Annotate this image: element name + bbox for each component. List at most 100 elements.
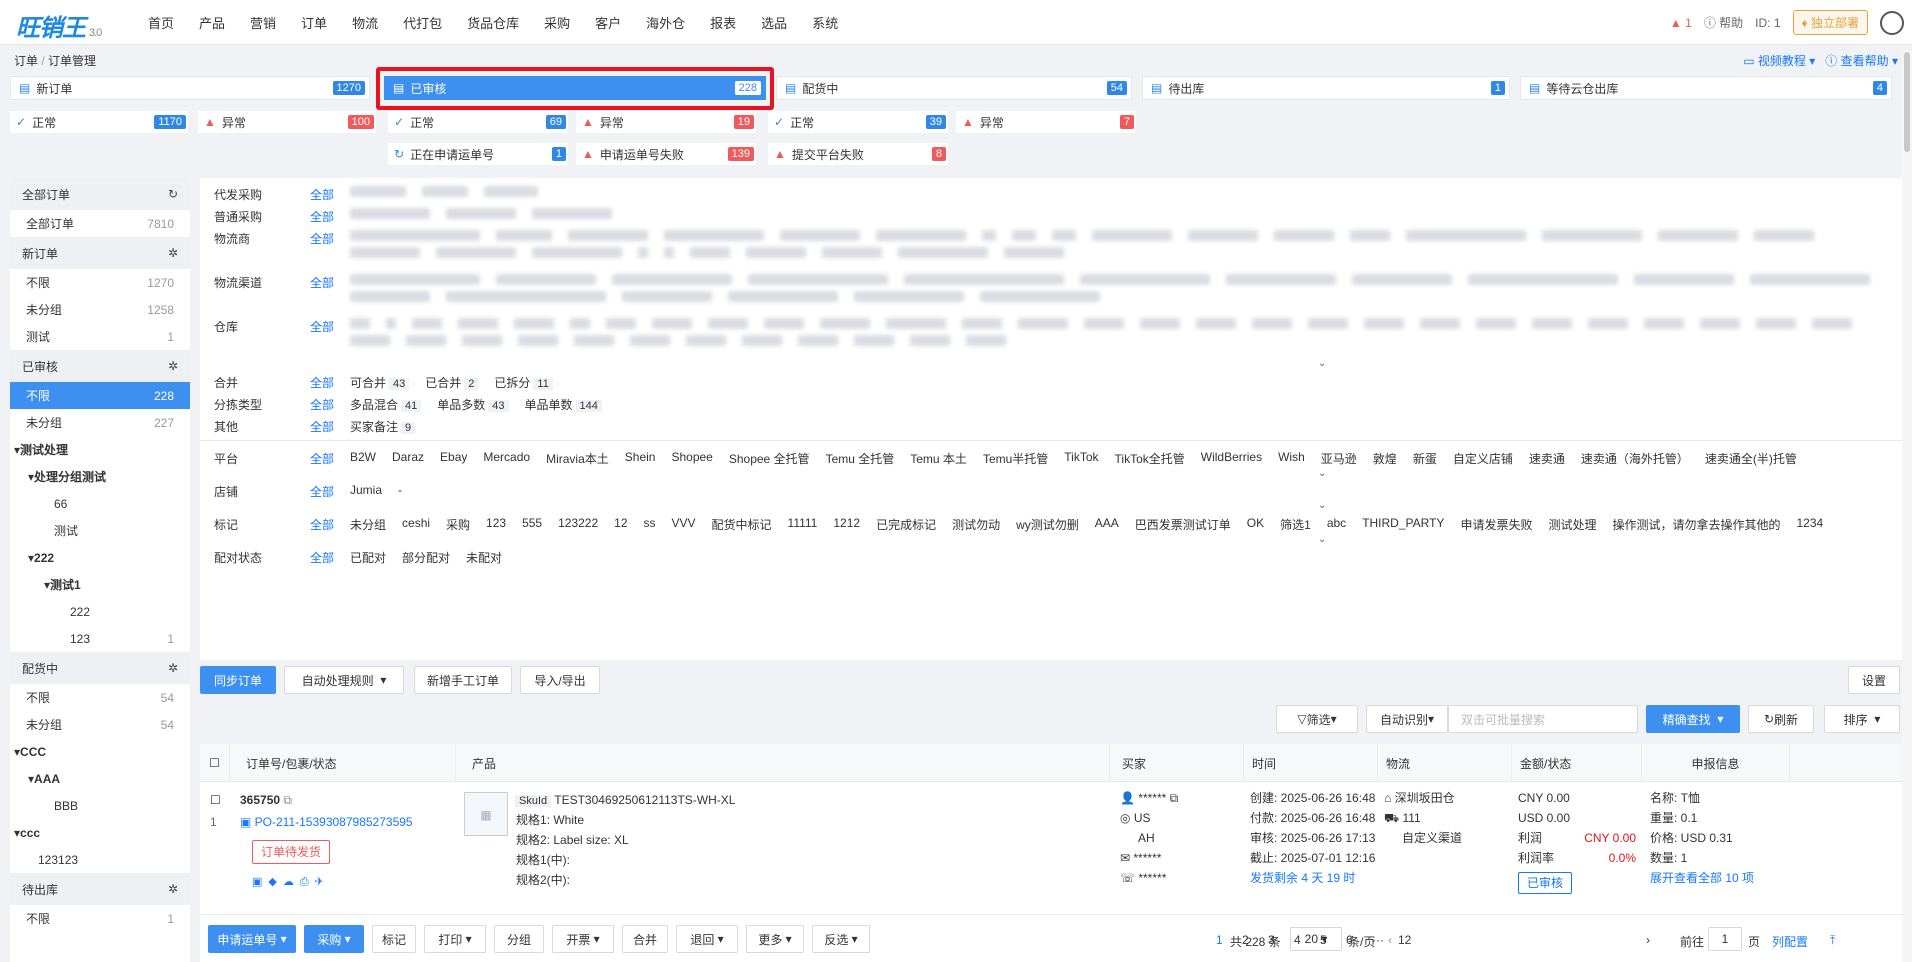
sync-orders-button[interactable]: 同步订单 — [200, 666, 276, 694]
redacted-option[interactable] — [1226, 274, 1336, 285]
filter-option[interactable]: 买家备注 9 — [350, 418, 416, 435]
expand-more-icon[interactable]: ⌄ — [1318, 534, 1326, 545]
sub-new-ok[interactable]: ✓ 正常 1170 — [10, 111, 188, 133]
filter-option[interactable]: 已完成标记 — [876, 516, 936, 533]
page-number[interactable]: 4 — [1294, 933, 1301, 947]
filter-option[interactable]: WildBerries — [1201, 450, 1262, 467]
tree-node[interactable]: ▾ 222 — [10, 544, 190, 571]
filter-option[interactable]: Shopee — [671, 450, 712, 467]
refresh-button[interactable]: ↻ 刷新 — [1748, 705, 1814, 733]
redacted-option[interactable] — [1084, 318, 1124, 329]
filter-all-link[interactable]: 全部 — [310, 418, 350, 435]
search-input[interactable]: 双击可批量搜索 — [1448, 705, 1638, 733]
redacted-option[interactable] — [1188, 230, 1258, 241]
filter-option[interactable]: B2W — [350, 450, 376, 467]
redacted-option[interactable] — [1406, 230, 1526, 241]
order-status-badge[interactable]: 订单待发货 — [252, 840, 331, 864]
filter-button[interactable]: ▽ 筛选 ▾ — [1276, 705, 1358, 733]
redacted-option[interactable] — [570, 318, 590, 329]
filter-option[interactable]: VVV — [672, 516, 696, 533]
redacted-option[interactable] — [780, 230, 860, 241]
filter-option[interactable]: TikTok全托管 — [1115, 450, 1185, 467]
filter-all-link[interactable]: 全部 — [310, 318, 350, 335]
filter-option[interactable]: Temu半托管 — [983, 450, 1048, 467]
redacted-option[interactable] — [412, 318, 442, 329]
filter-option[interactable]: Wish — [1278, 450, 1305, 467]
redacted-option[interactable] — [820, 318, 870, 329]
filter-all-link[interactable]: 全部 — [310, 208, 350, 225]
tree-leaf[interactable]: 123123 — [10, 846, 190, 873]
redacted-option[interactable] — [1756, 318, 1796, 329]
filter-option[interactable]: 申请发票失败 — [1460, 516, 1532, 533]
redacted-option[interactable] — [1588, 318, 1628, 329]
import-export-button[interactable]: 导入/导出 — [520, 666, 600, 694]
redacted-option[interactable] — [746, 247, 806, 258]
redacted-option[interactable] — [798, 335, 838, 346]
crumb-orders[interactable]: 订单 — [14, 54, 38, 68]
goto-input[interactable]: 1 — [1708, 927, 1742, 951]
tree-node[interactable]: ▾ 测试处理 — [10, 436, 190, 463]
filter-option[interactable]: 未配对 — [466, 549, 502, 566]
redacted-option[interactable] — [518, 335, 558, 346]
video-tutorial-link[interactable]: ▭ 视频教程 ▾ — [1743, 54, 1815, 68]
nav-item[interactable]: 客户 — [595, 13, 621, 32]
nav-item[interactable]: 产品 — [199, 13, 225, 32]
redacted-option[interactable] — [568, 230, 648, 241]
filter-option[interactable]: 测试勿动 — [952, 516, 1000, 533]
group-button[interactable]: 分组 — [494, 925, 544, 953]
redacted-option[interactable] — [484, 186, 538, 197]
redacted-option[interactable] — [742, 335, 782, 346]
sidebar-item-new-ungrouped[interactable]: 未分组 1258 — [10, 296, 190, 323]
page-number[interactable]: 1 — [1216, 933, 1223, 947]
stage-cloud[interactable]: ▤ 等待云仓出库 4 — [1520, 76, 1892, 100]
filter-option[interactable]: 亚马逊 — [1321, 450, 1357, 467]
deploy-button[interactable]: ♦ 独立部署 — [1792, 10, 1868, 35]
redacted-option[interactable] — [350, 208, 430, 219]
page-number[interactable]: 3 — [1268, 933, 1275, 947]
redacted-option[interactable] — [962, 318, 1002, 329]
nav-item[interactable]: 货品仓库 — [467, 13, 519, 32]
redacted-option[interactable] — [630, 335, 670, 346]
sidebar-item-rev-ungrouped[interactable]: 未分组 227 — [10, 409, 190, 436]
redacted-option[interactable] — [904, 274, 1064, 285]
help-link[interactable]: ⓘ 帮助 — [1704, 14, 1743, 31]
redacted-option[interactable] — [898, 247, 988, 258]
filter-option[interactable]: 采购 — [446, 516, 470, 533]
next-page-icon[interactable]: › — [1646, 933, 1650, 947]
apply-waybill-button[interactable]: 申请运单号 ▾ — [208, 925, 296, 953]
redacted-option[interactable] — [1140, 318, 1180, 329]
tree-leaf[interactable]: 66 — [10, 490, 190, 517]
nav-item[interactable]: 代打包 — [403, 13, 442, 32]
nav-item[interactable]: 订单 — [301, 13, 327, 32]
redacted-option[interactable] — [1004, 247, 1064, 258]
redacted-option[interactable] — [822, 247, 882, 258]
stage-outbound[interactable]: ▤ 待出库 1 — [1142, 76, 1510, 100]
filter-option[interactable]: wy测试勿删 — [1016, 516, 1079, 533]
redacted-option[interactable] — [446, 291, 606, 302]
tree-leaf[interactable]: 测试 — [10, 517, 190, 544]
redacted-option[interactable] — [422, 186, 468, 197]
redacted-option[interactable] — [664, 247, 674, 258]
filter-option[interactable]: 操作测试，请勿拿去操作其他的 — [1612, 516, 1780, 533]
redacted-option[interactable] — [350, 247, 420, 258]
filter-option[interactable]: 12 — [614, 516, 627, 533]
copy-icon[interactable]: ⧉ — [283, 793, 292, 807]
nav-item[interactable]: 系统 — [812, 13, 838, 32]
filter-option[interactable]: 速卖通（海外托管） — [1581, 450, 1689, 467]
merge-button[interactable]: 合并 — [622, 925, 668, 953]
filter-option[interactable]: 速卖通 — [1529, 450, 1565, 467]
redacted-option[interactable] — [612, 274, 732, 285]
row-checkbox[interactable]: ☐ — [210, 788, 221, 812]
redacted-option[interactable] — [406, 335, 446, 346]
redacted-option[interactable] — [574, 335, 614, 346]
page-number[interactable]: 6 — [1346, 933, 1353, 947]
redacted-option[interactable] — [1274, 230, 1334, 241]
redacted-option[interactable] — [982, 230, 996, 241]
redacted-option[interactable] — [1018, 318, 1068, 329]
filter-option[interactable]: 可合并 43 — [350, 374, 410, 391]
expand-more-icon[interactable]: ⌄ — [1318, 358, 1326, 369]
redacted-option[interactable] — [980, 291, 1100, 302]
redacted-option[interactable] — [386, 318, 396, 329]
redacted-option[interactable] — [1352, 274, 1452, 285]
filter-option[interactable]: 已拆分 11 — [494, 374, 553, 391]
